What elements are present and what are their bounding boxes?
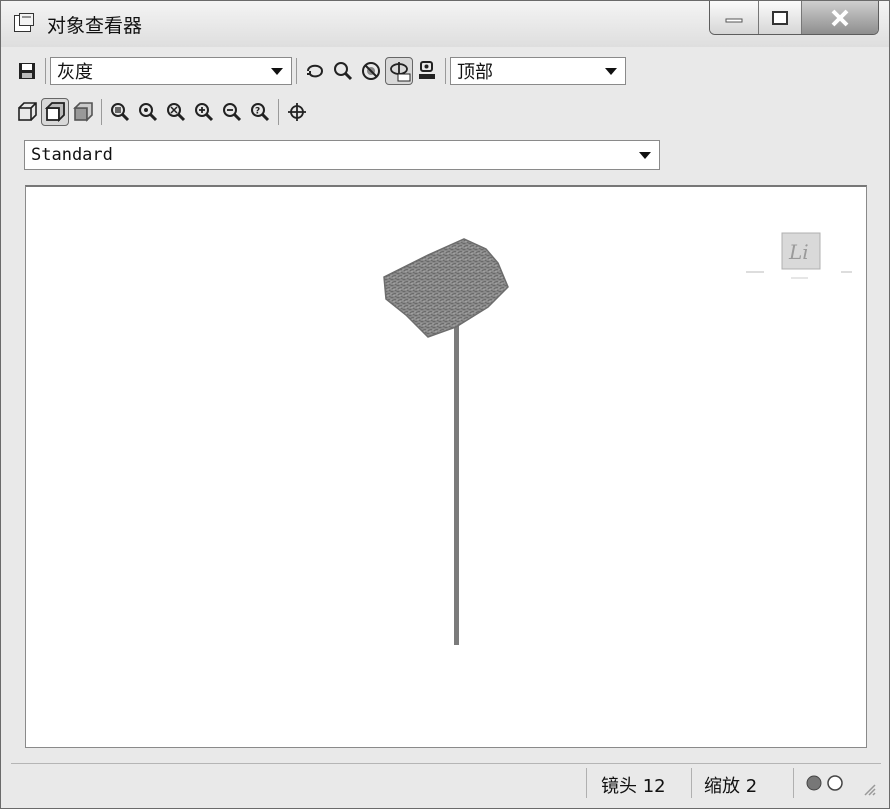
zoom-extents-icon[interactable] bbox=[162, 98, 190, 126]
caption-buttons bbox=[709, 1, 879, 35]
svg-text:Li: Li bbox=[788, 240, 809, 264]
zoom-help-icon[interactable]: ? bbox=[246, 98, 274, 126]
toolbar-row-1: 灰度 顶部 bbox=[13, 57, 626, 85]
model-canvas: Li bbox=[383, 232, 852, 645]
view-direction-value: 顶部 bbox=[457, 62, 493, 83]
no-selection-icon[interactable] bbox=[357, 57, 385, 85]
zoom-status: 缩放 2 bbox=[704, 776, 758, 797]
object-viewer-window: 对象查看器 灰度 顶部 ? Standard Li 镜头 12 缩放 2 bbox=[0, 0, 890, 809]
chevron-down-icon bbox=[639, 151, 651, 159]
chevron-down-icon bbox=[271, 67, 283, 75]
zoom-window-icon[interactable] bbox=[106, 98, 134, 126]
status-divider bbox=[691, 768, 692, 798]
render-mode-value: Standard bbox=[31, 145, 113, 165]
toolbar-separator bbox=[296, 58, 297, 84]
lens-status: 镜头 12 bbox=[601, 776, 666, 797]
zoom-icon[interactable] bbox=[329, 57, 357, 85]
zoom-in-icon[interactable] bbox=[190, 98, 218, 126]
target-icon[interactable] bbox=[283, 98, 311, 126]
status-divider bbox=[586, 768, 587, 798]
toolbar-separator bbox=[278, 99, 279, 125]
ucs-icon: Li bbox=[746, 232, 852, 279]
zoom-out-icon[interactable] bbox=[218, 98, 246, 126]
visual-style-value: 灰度 bbox=[57, 62, 93, 83]
model-viewport[interactable]: Li bbox=[25, 185, 867, 748]
camera-icon[interactable] bbox=[413, 57, 441, 85]
orbit-icon[interactable] bbox=[301, 57, 329, 85]
visual-style-dropdown[interactable]: 灰度 bbox=[50, 57, 292, 85]
close-button[interactable] bbox=[802, 1, 878, 34]
view-direction-dropdown[interactable]: 顶部 bbox=[450, 57, 626, 85]
minimize-button[interactable] bbox=[710, 1, 759, 34]
toolbar-separator bbox=[445, 58, 446, 84]
save-icon[interactable] bbox=[13, 57, 41, 85]
zoom-center-icon[interactable] bbox=[134, 98, 162, 126]
continuous-orbit-icon[interactable] bbox=[385, 57, 413, 85]
window-app-icon bbox=[13, 12, 35, 34]
wireframe-box-icon[interactable] bbox=[13, 98, 41, 126]
toolbar-row-2: ? bbox=[13, 98, 311, 126]
model-plate bbox=[383, 238, 509, 338]
resize-grip-icon[interactable] bbox=[863, 782, 877, 801]
chevron-down-icon bbox=[605, 67, 617, 75]
mode-indicator-icons[interactable] bbox=[805, 773, 849, 798]
status-divider bbox=[793, 768, 794, 798]
realistic-box-icon[interactable] bbox=[69, 98, 97, 126]
window-title: 对象查看器 bbox=[47, 15, 143, 37]
toolbar-separator bbox=[101, 99, 102, 125]
shaded-box-icon[interactable] bbox=[41, 98, 69, 126]
model-pole bbox=[454, 307, 459, 645]
svg-text:?: ? bbox=[255, 107, 260, 117]
status-bar: 镜头 12 缩放 2 bbox=[11, 763, 881, 802]
render-mode-dropdown[interactable]: Standard bbox=[24, 140, 660, 170]
toolbar-separator bbox=[45, 58, 46, 84]
title-bar: 对象查看器 bbox=[1, 1, 889, 47]
maximize-button[interactable] bbox=[759, 1, 802, 34]
